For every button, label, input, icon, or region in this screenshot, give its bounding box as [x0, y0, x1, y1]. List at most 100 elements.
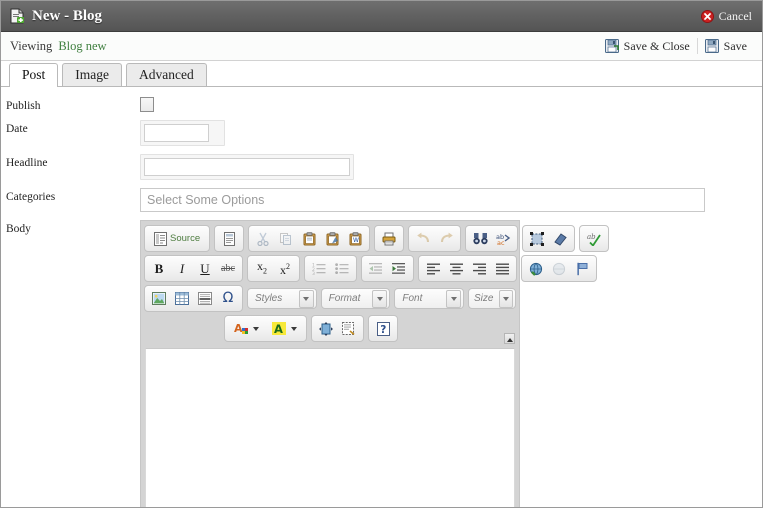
headline-input[interactable]: [144, 158, 350, 176]
bold-label: B: [154, 261, 164, 276]
cancel-button[interactable]: Cancel: [699, 7, 754, 26]
anchor-flag-button[interactable]: [571, 258, 593, 279]
toolbar-group-tools: [311, 315, 364, 342]
save-and-close-icon: [604, 39, 619, 53]
superscript-button[interactable]: x2: [274, 258, 296, 279]
toolbar-group-insert: Ω: [144, 285, 243, 312]
redo-button[interactable]: [435, 228, 457, 249]
replace-button[interactable]: ab ac: [492, 228, 514, 249]
red-x-icon: [700, 9, 714, 23]
rich-text-editor: Source W ab ac ab B I U abc x2 x2 1 2 3 …: [140, 220, 610, 507]
paste-from-word-button[interactable]: W: [344, 228, 366, 249]
align-justify-button[interactable]: [491, 258, 513, 279]
chevron-down-icon: [446, 289, 462, 308]
indent-button[interactable]: [388, 258, 410, 279]
templates-button[interactable]: [218, 228, 240, 249]
link-button[interactable]: [525, 258, 547, 279]
tab-post[interactable]: Post: [9, 63, 59, 87]
svg-text:W: W: [353, 237, 359, 244]
form-row-date: Date: [1, 120, 762, 146]
strikethrough-label: abc: [221, 263, 235, 274]
toolbar-group-search: ab ac: [465, 225, 519, 252]
insert-table-button[interactable]: [171, 288, 193, 309]
underline-button[interactable]: U: [194, 258, 216, 279]
tab-advanced-label: Advanced: [139, 67, 194, 82]
source-button[interactable]: Source: [148, 228, 206, 249]
font-select[interactable]: Font: [394, 288, 465, 309]
bold-button[interactable]: B: [148, 258, 170, 279]
date-label: Date: [6, 123, 28, 135]
bulleted-list-button[interactable]: [331, 258, 353, 279]
background-color-button[interactable]: A: [266, 318, 303, 339]
toolbar-group-basic-styles: B I U abc: [144, 255, 243, 282]
window-title: New - Blog: [32, 7, 102, 24]
publish-checkbox[interactable]: [140, 97, 154, 112]
headline-field-wrapper: [140, 154, 354, 180]
text-color-button[interactable]: A: [228, 318, 265, 339]
toolbar-group-indent: [361, 255, 414, 282]
toolbar-row-3: Ω Styles Format Font Size: [144, 285, 517, 312]
new-blog-window: New - Blog Cancel Viewing Blog new Save …: [0, 0, 763, 508]
chevron-down-icon: [253, 326, 259, 331]
outdent-button[interactable]: [365, 258, 387, 279]
font-label: Font: [402, 293, 423, 304]
copy-button[interactable]: [275, 228, 297, 249]
paste-button[interactable]: [298, 228, 320, 249]
spellcheck-button[interactable]: ab: [583, 228, 605, 249]
undo-button[interactable]: [412, 228, 434, 249]
toolbar-group-selection: [522, 225, 576, 252]
toolbar-group-clipboard: W: [248, 225, 371, 252]
chevron-down-icon: [298, 289, 314, 308]
styles-select[interactable]: Styles: [247, 288, 317, 309]
toolbar-group-lists: 1 2 3: [304, 255, 357, 282]
find-button[interactable]: [469, 228, 491, 249]
italic-button[interactable]: I: [171, 258, 193, 279]
numbered-list-button[interactable]: 1 2 3: [308, 258, 330, 279]
scroll-up-arrow-icon: [506, 338, 513, 342]
form-row-body: Body Source W ab ac ab B I U abc x2 x2 1…: [1, 220, 762, 507]
insert-image-button[interactable]: [148, 288, 170, 309]
chevron-down-icon: [291, 326, 297, 331]
underline-label: U: [200, 261, 210, 276]
date-input[interactable]: [144, 124, 209, 142]
save-and-close-button[interactable]: Save & Close: [598, 37, 697, 56]
toolbar-group-spellcheck: ab: [579, 225, 610, 252]
subscript-button[interactable]: x2: [251, 258, 273, 279]
viewing-label: Viewing: [10, 38, 53, 53]
toolbar-collapse-button[interactable]: [504, 333, 515, 344]
tab-image[interactable]: Image: [62, 63, 122, 86]
horizontal-rule-button[interactable]: [194, 288, 216, 309]
strikethrough-button[interactable]: abc: [217, 258, 239, 279]
toolbar-group-align: [418, 255, 517, 282]
show-blocks-button[interactable]: [338, 318, 360, 339]
viewbar-actions: Save & Close Save: [598, 37, 754, 56]
paste-as-text-button[interactable]: [321, 228, 343, 249]
subscript-glyph: x2: [257, 258, 267, 276]
categories-multiselect[interactable]: Select Some Options: [140, 188, 705, 212]
format-select[interactable]: Format: [320, 288, 391, 309]
save-button[interactable]: Save: [698, 37, 754, 56]
window-titlebar: New - Blog Cancel: [1, 1, 762, 32]
select-all-button[interactable]: [526, 228, 548, 249]
omega-button[interactable]: Ω: [217, 288, 239, 309]
tab-advanced[interactable]: Advanced: [126, 63, 207, 86]
align-left-button[interactable]: [422, 258, 444, 279]
editor-toolbar: Source W ab ac ab B I U abc x2 x2 1 2 3 …: [141, 221, 610, 348]
align-right-button[interactable]: [468, 258, 490, 279]
maximize-button[interactable]: [315, 318, 337, 339]
about-button[interactable]: ?: [372, 318, 394, 339]
size-select[interactable]: Size: [468, 288, 517, 309]
unlink-button[interactable]: [548, 258, 570, 279]
align-center-button[interactable]: [445, 258, 467, 279]
print-button[interactable]: [378, 228, 400, 249]
editor-content-area[interactable]: [145, 348, 515, 507]
svg-text:3: 3: [312, 271, 315, 275]
tab-post-label: Post: [22, 67, 46, 82]
italic-label: I: [179, 261, 185, 276]
tab-image-label: Image: [75, 67, 109, 82]
categories-label: Categories: [6, 191, 56, 203]
cut-button[interactable]: [252, 228, 274, 249]
svg-text:A: A: [274, 322, 283, 336]
remove-format-button[interactable]: [549, 228, 571, 249]
superscript-glyph: x2: [280, 262, 290, 277]
